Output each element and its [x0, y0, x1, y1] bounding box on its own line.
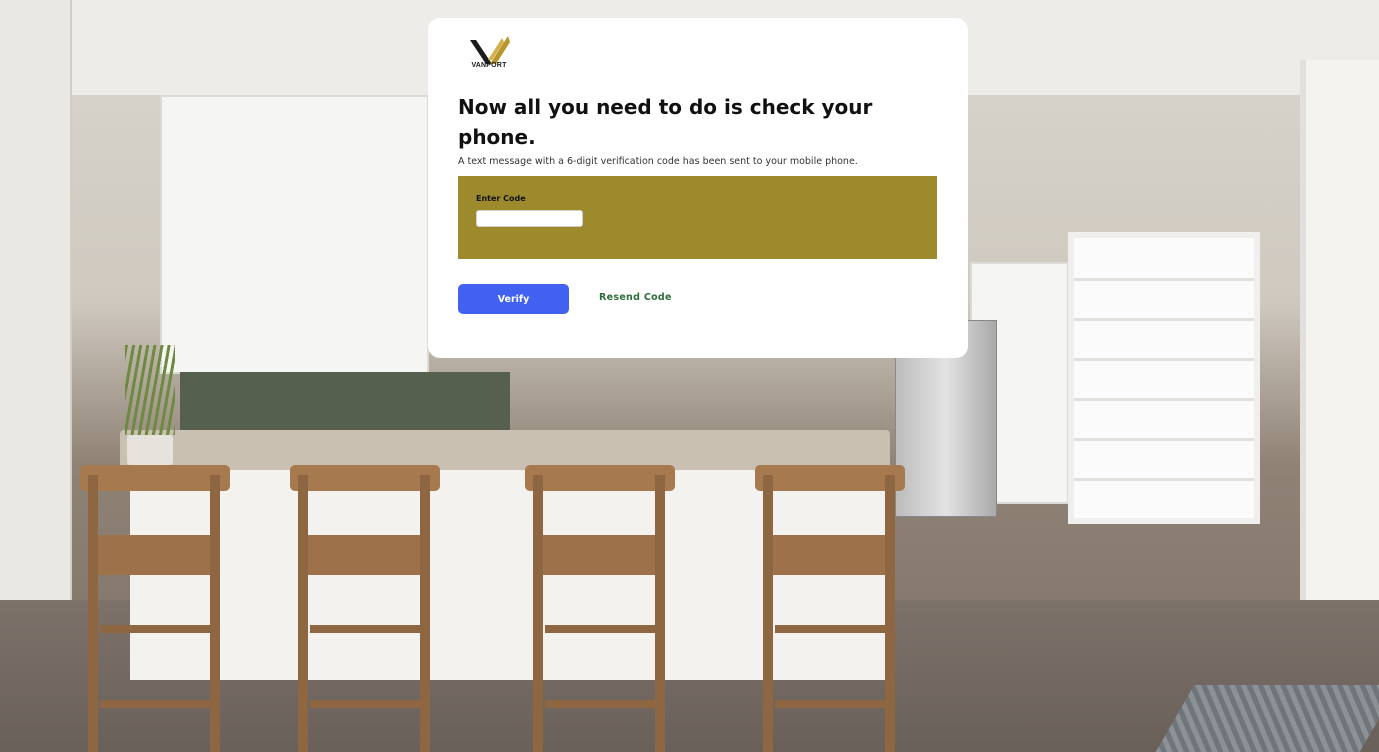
bar-stool [80, 465, 230, 752]
vanport-wings-logo-icon [470, 36, 510, 64]
verification-card: VANPORT Now all you need to do is check … [428, 18, 968, 358]
instruction-text: A text message with a 6-digit verificati… [458, 156, 858, 167]
verify-button[interactable]: Verify [458, 284, 569, 314]
verification-code-input[interactable] [476, 210, 583, 227]
page-title: Now all you need to do is check your pho… [458, 95, 873, 149]
code-field-label: Enter Code [476, 194, 526, 203]
bar-stool [290, 465, 440, 752]
code-entry-panel: Enter Code [458, 176, 937, 259]
plant-pot [127, 435, 173, 465]
resend-code-link[interactable]: Resend Code [599, 292, 672, 303]
door-mat [1155, 685, 1379, 752]
bar-stool [755, 465, 905, 752]
bar-stool [525, 465, 675, 752]
potted-grass-plant [125, 345, 175, 435]
upper-cabinets [160, 95, 429, 374]
brand-name: VANPORT [471, 62, 507, 69]
shuttered-window [1068, 232, 1260, 524]
